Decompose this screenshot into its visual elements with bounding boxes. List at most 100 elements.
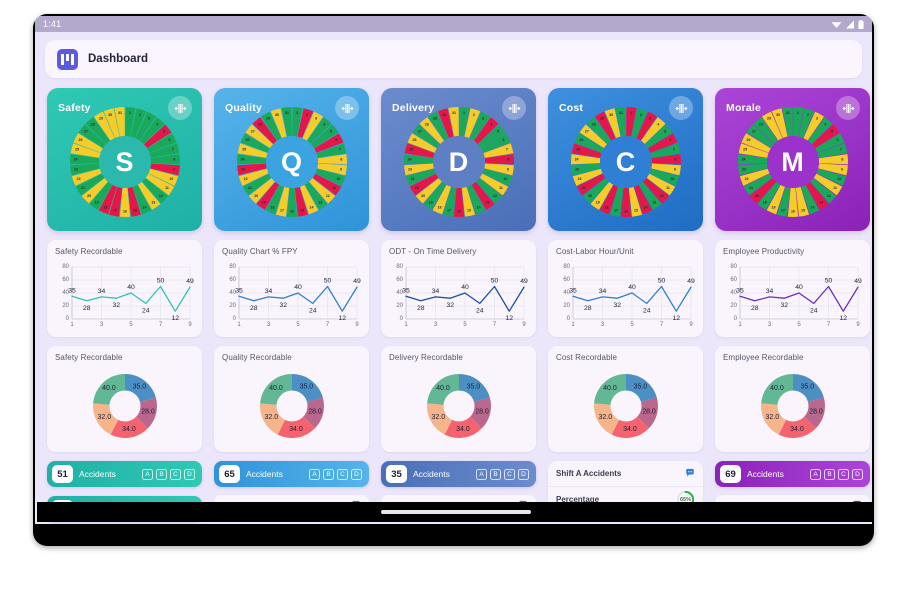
list-item-label: Shift A Accidents (556, 469, 622, 478)
svg-text:8: 8 (340, 158, 342, 162)
svg-text:2: 2 (639, 113, 641, 117)
accidents-bar[interactable]: 69 Accidents A B C D (715, 461, 870, 487)
collapse-horizontal-icon[interactable] (168, 96, 192, 120)
collapse-horizontal-icon[interactable] (669, 96, 693, 120)
line-chart[interactable]: 0204060801 3 5 7 9352834324024501249 (723, 258, 862, 332)
line-chart[interactable]: 0204060801 3 5 7 9352834324024501249 (222, 258, 361, 332)
svg-text:80: 80 (396, 264, 403, 270)
line-chart[interactable]: 0204060801 3 5 7 9352834324024501249 (389, 258, 528, 332)
accidents-label: Accidents (79, 469, 116, 479)
svg-text:20: 20 (588, 194, 592, 198)
donut-chart[interactable]: 35.0 28.0 34.0 32.0 40.0 (55, 364, 194, 447)
svg-text:20: 20 (229, 303, 236, 309)
svg-text:23: 23 (74, 168, 78, 172)
shift-tag-a[interactable]: A (476, 468, 487, 480)
svg-text:26: 26 (579, 139, 583, 143)
svg-text:35: 35 (235, 287, 243, 294)
svg-text:32: 32 (446, 302, 454, 309)
shift-tag-a[interactable]: A (142, 468, 153, 480)
line-chart[interactable]: 0204060801 3 5 7 9352834324024501249 (55, 258, 194, 332)
line-chart[interactable]: 0204060801 3 5 7 9352834324024501249 (556, 258, 695, 332)
svg-text:28.0: 28.0 (475, 408, 489, 415)
shift-tag-c[interactable]: C (838, 468, 849, 480)
home-indicator[interactable] (380, 510, 531, 514)
shift-tag-c[interactable]: C (170, 468, 181, 480)
svg-text:5: 5 (797, 322, 801, 328)
svg-text:12: 12 (492, 194, 496, 198)
svg-text:40: 40 (795, 284, 803, 291)
svg-text:5: 5 (296, 322, 300, 328)
line-chart-panel: Cost-Labor Hour/Unit 0 20 40 60 80 1 3 5 7 9 35 28 34… (548, 240, 703, 337)
svg-text:35: 35 (402, 287, 410, 294)
shift-tag-b[interactable]: B (490, 468, 501, 480)
svg-text:49: 49 (854, 278, 862, 285)
collapse-horizontal-icon[interactable] (502, 96, 526, 120)
svg-text:28.0: 28.0 (809, 408, 823, 415)
svg-text:17: 17 (280, 209, 284, 213)
list-item[interactable]: Shift A Accidents (548, 461, 703, 487)
shift-tag-c[interactable]: C (337, 468, 348, 480)
wheel-center-letter: D (432, 136, 485, 189)
comment-icon[interactable] (685, 465, 695, 483)
sqdcm-wheel-chart[interactable]: 1 2 3 4 5 6 7 8 9 10 11 12 13 14 15 16 17 18 19 20 21 22 23 24 2… (401, 104, 517, 220)
collapse-horizontal-icon[interactable] (836, 96, 860, 120)
shift-tag-b[interactable]: B (323, 468, 334, 480)
collapse-horizontal-icon[interactable] (335, 96, 359, 120)
metric-card-safety: Safety 1 2 3 4 5 6 7 8 9 10 11 12 13 14 15 16 17 18 19 20 21 2… (47, 88, 202, 522)
sqdcm-wheel-chart[interactable]: 1 2 3 4 5 6 7 8 9 10 11 12 13 14 15 16 17 18 19 20 21 22 23 24 2… (735, 104, 851, 220)
svg-text:34: 34 (599, 288, 607, 295)
svg-text:60: 60 (730, 277, 737, 283)
donut-chart[interactable]: 35.0 28.0 34.0 32.0 40.0 (389, 364, 528, 447)
card-title: Delivery (392, 102, 435, 114)
sqdcm-wheel-chart[interactable]: 1 2 3 4 5 6 7 8 9 10 11 12 13 14 15 16 17 18 19 20 21 22 23 24 2… (234, 104, 350, 220)
svg-text:35.0: 35.0 (800, 384, 814, 391)
svg-text:50: 50 (825, 278, 833, 285)
svg-text:4: 4 (323, 123, 325, 127)
svg-text:60: 60 (62, 277, 69, 283)
svg-text:35.0: 35.0 (299, 384, 313, 391)
donut-chart-title: Safety Recordable (55, 353, 123, 362)
svg-text:24: 24 (407, 158, 411, 162)
sqdcm-wheel-chart[interactable]: 1 2 3 4 5 6 7 8 9 10 11 12 13 14 15 16 17 18 19 20 21 22 23 24 2… (568, 104, 684, 220)
shift-tag-a[interactable]: A (309, 468, 320, 480)
svg-text:16: 16 (290, 210, 294, 214)
wheel-center-letter: C (599, 136, 652, 189)
shift-tag-d[interactable]: D (351, 468, 362, 480)
svg-text:9: 9 (188, 322, 192, 328)
shift-tag-group: ABCD (309, 468, 362, 480)
sqdcm-wheel-chart[interactable]: 1 2 3 4 5 6 7 8 9 10 11 12 13 14 15 16 17 18 19 20 21 22 23 24 2… (67, 104, 183, 220)
svg-text:3: 3 (601, 322, 605, 328)
svg-text:35: 35 (569, 287, 577, 294)
svg-text:19: 19 (595, 201, 599, 205)
svg-text:7: 7 (326, 322, 330, 328)
svg-text:23: 23 (241, 168, 245, 172)
svg-text:18: 18 (437, 206, 441, 210)
shift-tag-d[interactable]: D (518, 468, 529, 480)
svg-text:24: 24 (574, 158, 578, 162)
svg-text:49: 49 (520, 278, 528, 285)
shift-tag-a[interactable]: A (810, 468, 821, 480)
donut-chart[interactable]: 35.0 28.0 34.0 32.0 40.0 (556, 364, 695, 447)
svg-text:35.0: 35.0 (633, 384, 647, 391)
line-chart-title: Cost-Labor Hour/Unit (556, 247, 634, 256)
svg-text:27: 27 (250, 130, 254, 134)
svg-text:14: 14 (643, 206, 647, 210)
shift-tag-b[interactable]: B (156, 468, 167, 480)
shift-tag-b[interactable]: B (824, 468, 835, 480)
shift-tag-c[interactable]: C (504, 468, 515, 480)
shift-tag-d[interactable]: D (852, 468, 863, 480)
svg-text:10: 10 (169, 178, 173, 182)
tablet-device-frame: 1:41 Dashboard Safety 1 2 3 4 5 6 7 8 9 … (33, 14, 874, 546)
shift-tag-d[interactable]: D (184, 468, 195, 480)
svg-text:60: 60 (396, 277, 403, 283)
accidents-bar[interactable]: 35 Accidents A B C D (381, 461, 536, 487)
svg-text:24: 24 (309, 307, 317, 314)
svg-text:0: 0 (233, 316, 237, 322)
svg-text:12: 12 (325, 194, 329, 198)
donut-chart[interactable]: 35.0 28.0 34.0 32.0 40.0 (222, 364, 361, 447)
donut-chart[interactable]: 35.0 28.0 34.0 32.0 40.0 (723, 364, 862, 447)
svg-text:32: 32 (780, 302, 788, 309)
accidents-bar[interactable]: 51 Accidents A B C D (47, 461, 202, 487)
svg-text:13: 13 (151, 201, 155, 205)
accidents-bar[interactable]: 65 Accidents A B C D (214, 461, 369, 487)
